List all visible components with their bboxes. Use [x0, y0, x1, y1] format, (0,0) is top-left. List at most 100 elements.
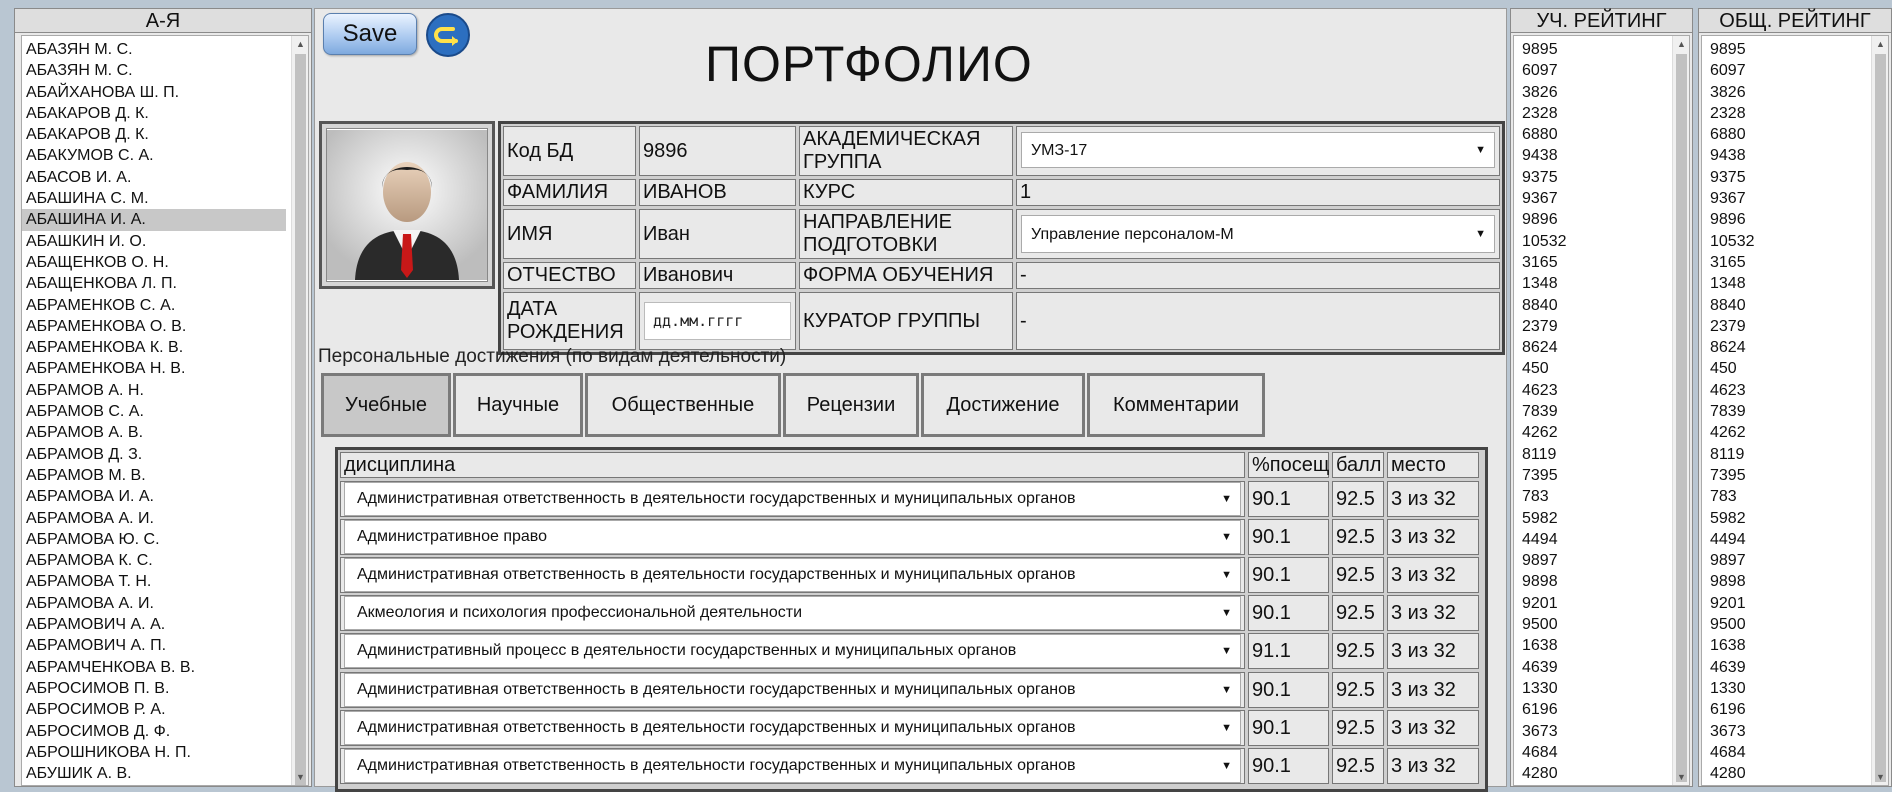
- scrollbar-thumb[interactable]: [1875, 54, 1886, 782]
- direction-select[interactable]: Управление персоналом-М ▼: [1021, 215, 1495, 253]
- total-rating-item[interactable]: 9895: [1702, 39, 1870, 60]
- total-rating-item[interactable]: 4280: [1702, 763, 1870, 784]
- scroll-down-icon[interactable]: ▼: [1872, 769, 1888, 785]
- total-rating-item[interactable]: 1638: [1702, 635, 1870, 656]
- undo-arrow-icon[interactable]: [425, 12, 471, 58]
- student-list-item[interactable]: АБАКАРОВ Д. К.: [22, 124, 286, 145]
- scroll-down-icon[interactable]: ▼: [292, 769, 308, 785]
- study-rating-item[interactable]: 9438: [1514, 145, 1671, 166]
- study-rating-item[interactable]: 3673: [1514, 721, 1671, 742]
- total-rating-item[interactable]: 783: [1702, 486, 1870, 507]
- group-select[interactable]: УМЗ-17 ▼: [1021, 132, 1495, 168]
- student-list-item[interactable]: АБРАМОВИЧ А. А.: [22, 614, 286, 635]
- student-list-item[interactable]: АБРАМОВА А. И.: [22, 593, 286, 614]
- student-list-item[interactable]: АБРОСИМОВ Р. А.: [22, 699, 286, 720]
- student-list-item[interactable]: АБАШИНА И. А.: [22, 209, 286, 231]
- discipline-select[interactable]: Административное право ▼: [344, 520, 1241, 555]
- study-rating-item[interactable]: 1638: [1514, 635, 1671, 656]
- total-rating-item[interactable]: 9896: [1702, 209, 1870, 230]
- total-rating-item[interactable]: 10532: [1702, 231, 1870, 252]
- student-list-item[interactable]: АБРАМОВА И. А.: [22, 486, 286, 507]
- total-rating-item[interactable]: 4639: [1702, 657, 1870, 678]
- study-rating-item[interactable]: 9500: [1514, 614, 1671, 635]
- scrollbar-thumb[interactable]: [295, 54, 306, 785]
- total-rating-scrollbar[interactable]: ▲ ▼: [1871, 36, 1888, 785]
- tab-comments[interactable]: Комментарии: [1087, 373, 1265, 437]
- study-rating-item[interactable]: 4639: [1514, 657, 1671, 678]
- discipline-select[interactable]: Акмеология и психология профессиональной…: [344, 596, 1241, 631]
- student-list-item[interactable]: АБАШИНА С. М.: [22, 188, 286, 209]
- scrollbar-thumb[interactable]: [1676, 54, 1687, 782]
- total-rating-item[interactable]: 4623: [1702, 380, 1870, 401]
- student-list-item[interactable]: АБАКУМОВ С. А.: [22, 145, 286, 166]
- study-rating-item[interactable]: 4684: [1514, 742, 1671, 763]
- total-rating-item[interactable]: 3673: [1702, 721, 1870, 742]
- total-rating-item[interactable]: 2328: [1702, 103, 1870, 124]
- study-rating-item[interactable]: 9898: [1514, 571, 1671, 592]
- total-rating-item[interactable]: 1330: [1702, 678, 1870, 699]
- total-rating-item[interactable]: 9367: [1702, 188, 1870, 209]
- student-list-item[interactable]: АБРАМЕНКОВА К. В.: [22, 337, 286, 358]
- birth-date-input[interactable]: дд.мм.гггг: [644, 302, 791, 340]
- total-rating-item[interactable]: 8119: [1702, 444, 1870, 465]
- total-rating-item[interactable]: 9897: [1702, 550, 1870, 571]
- scroll-up-icon[interactable]: ▲: [1673, 36, 1689, 52]
- study-rating-item[interactable]: 4623: [1514, 380, 1671, 401]
- total-rating-item[interactable]: 9500: [1702, 614, 1870, 635]
- total-rating-item[interactable]: 1348: [1702, 273, 1870, 294]
- study-rating-item[interactable]: 783: [1514, 486, 1671, 507]
- discipline-select[interactable]: Административная ответственность в деяте…: [344, 558, 1241, 593]
- total-rating-header[interactable]: ОБЩ. РЕЙТИНГ: [1699, 9, 1891, 33]
- total-rating-item[interactable]: 450: [1702, 358, 1870, 379]
- student-list-item[interactable]: АБРАМОВ М. В.: [22, 465, 286, 486]
- total-rating-item[interactable]: 2379: [1702, 316, 1870, 337]
- scroll-up-icon[interactable]: ▲: [292, 36, 308, 52]
- student-list-item[interactable]: АБРАМЕНКОВА О. В.: [22, 316, 286, 337]
- study-rating-item[interactable]: 9895: [1514, 39, 1671, 60]
- study-rating-item[interactable]: 2328: [1514, 103, 1671, 124]
- student-list-item[interactable]: АБРАМЧЕНКОВА В. В.: [22, 657, 286, 678]
- student-list-item[interactable]: АБРАМОВА А. И.: [22, 508, 286, 529]
- student-list-item[interactable]: АБАЙХАНОВА Ш. П.: [22, 82, 286, 103]
- total-rating-item[interactable]: 9438: [1702, 145, 1870, 166]
- study-rating-item[interactable]: 7395: [1514, 465, 1671, 486]
- study-rating-item[interactable]: 1348: [1514, 273, 1671, 294]
- student-list-item[interactable]: АБРАМОВА Ю. С.: [22, 529, 286, 550]
- student-list-item[interactable]: АБАСОВ И. А.: [22, 167, 286, 188]
- student-list-item[interactable]: АБРАМОВА К. С.: [22, 550, 286, 571]
- study-rating-item[interactable]: 4280: [1514, 763, 1671, 784]
- total-rating-item[interactable]: 9898: [1702, 571, 1870, 592]
- tab-reviews[interactable]: Рецензии: [783, 373, 919, 437]
- student-list-item[interactable]: АБАШКИН И. О.: [22, 231, 286, 252]
- study-rating-item[interactable]: 8840: [1514, 295, 1671, 316]
- study-rating-item[interactable]: 9375: [1514, 167, 1671, 188]
- discipline-select[interactable]: Административная ответственность в деяте…: [344, 482, 1241, 516]
- student-list-item[interactable]: АБРАМОВ А. Н.: [22, 380, 286, 401]
- student-list-item[interactable]: АБАКАРОВ Д. К.: [22, 103, 286, 124]
- study-rating-item[interactable]: 6097: [1514, 60, 1671, 81]
- total-rating-item[interactable]: 6880: [1702, 124, 1870, 145]
- student-list-item[interactable]: АБРАМОВИЧ А. П.: [22, 635, 286, 656]
- study-rating-item[interactable]: 9896: [1514, 209, 1671, 230]
- discipline-select[interactable]: Административная ответственность в деяте…: [344, 710, 1241, 745]
- study-rating-item[interactable]: 8624: [1514, 337, 1671, 358]
- scroll-down-icon[interactable]: ▼: [1673, 769, 1689, 785]
- study-rating-listbox[interactable]: 9895 6097 3826 2328 6880 9438 9375 9367 9896 1053…: [1513, 35, 1690, 786]
- total-rating-item[interactable]: 5982: [1702, 508, 1870, 529]
- tab-study[interactable]: Учебные: [321, 373, 451, 437]
- student-list-item[interactable]: АБУШИК А. В.: [22, 763, 286, 784]
- study-rating-item[interactable]: 7839: [1514, 401, 1671, 422]
- study-rating-item[interactable]: 4262: [1514, 422, 1671, 443]
- tab-achievement[interactable]: Достижение: [921, 373, 1085, 437]
- discipline-select[interactable]: Административный процесс в деятельности …: [344, 634, 1241, 669]
- study-rating-item[interactable]: 9897: [1514, 550, 1671, 571]
- study-rating-item[interactable]: 5982: [1514, 508, 1671, 529]
- student-list-item[interactable]: АБРАМОВ С. А.: [22, 401, 286, 422]
- discipline-select[interactable]: Административная ответственность в деяте…: [344, 748, 1241, 783]
- student-list-item[interactable]: АБРАМЕНКОВА Н. В.: [22, 358, 286, 379]
- total-rating-item[interactable]: 3826: [1702, 82, 1870, 103]
- study-rating-item[interactable]: 2379: [1514, 316, 1671, 337]
- total-rating-item[interactable]: 7839: [1702, 401, 1870, 422]
- study-rating-item[interactable]: 4494: [1514, 529, 1671, 550]
- study-rating-item[interactable]: 10532: [1514, 231, 1671, 252]
